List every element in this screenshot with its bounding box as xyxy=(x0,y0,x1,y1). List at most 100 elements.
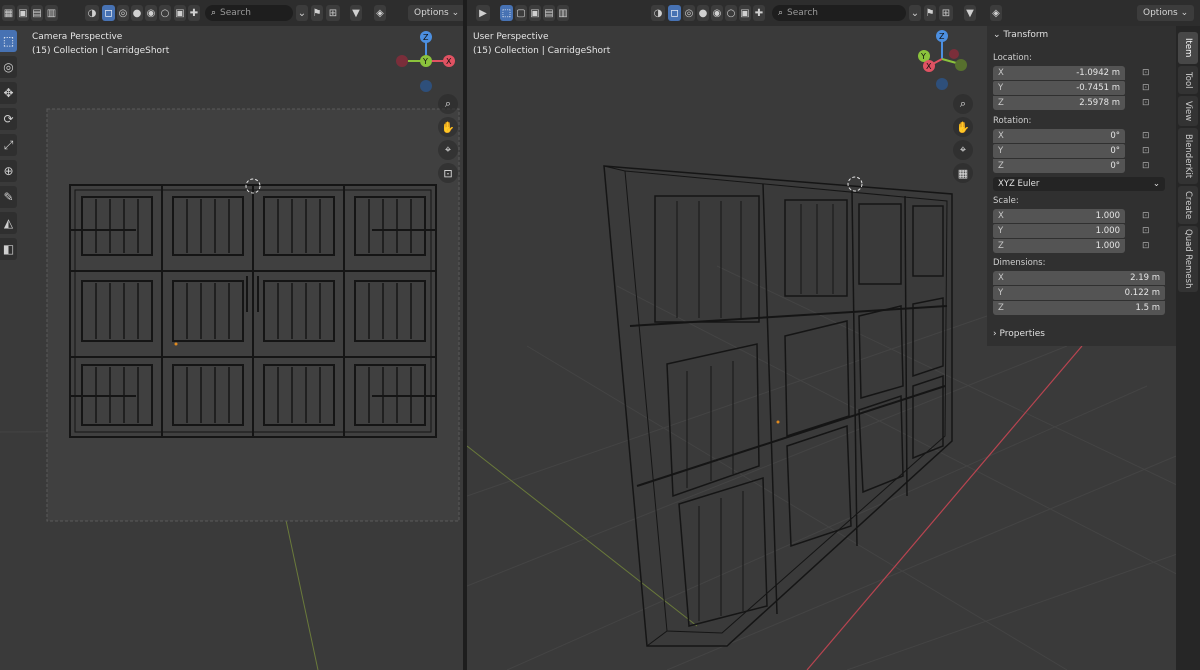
select-box-icon[interactable]: ⬚ xyxy=(500,5,513,21)
measure-icon[interactable]: ◭ xyxy=(0,212,17,234)
overlay-icon[interactable]: ▣ xyxy=(174,5,186,21)
rotation-mode-dropdown[interactable]: XYZ Euler ⌄ xyxy=(993,177,1165,191)
transform-icon[interactable]: ⊕ xyxy=(0,160,17,182)
filter-icon[interactable]: ▼ xyxy=(964,5,976,21)
location-z-field[interactable]: Z 2.5978 m xyxy=(993,96,1125,110)
view-mode-icon[interactable]: ▣ xyxy=(17,5,29,21)
lock-icon[interactable]: ⊡ xyxy=(1142,68,1150,78)
lock-icon[interactable]: ⊡ xyxy=(1142,226,1150,236)
overlay-icon[interactable]: ▣ xyxy=(739,5,751,21)
shield-icon[interactable]: ◈ xyxy=(374,5,386,21)
lock-icon[interactable]: ⊡ xyxy=(438,163,458,183)
layout-icon[interactable]: ▥ xyxy=(45,5,58,21)
transform-header[interactable]: ⌄ Transform xyxy=(993,30,1048,40)
hierarchy-icon[interactable]: ⊞ xyxy=(939,5,953,21)
hierarchy-icon[interactable]: ⊞ xyxy=(326,5,340,21)
select-box-icon[interactable]: ⬚ xyxy=(0,30,17,52)
gizmo-toggle-icon[interactable]: ✚ xyxy=(753,5,765,21)
right-options-button[interactable]: Options ⌄ xyxy=(1137,5,1195,21)
editor-type-icon[interactable]: ▶ xyxy=(476,5,490,21)
scale-x-field[interactable]: X 1.000 xyxy=(993,209,1125,223)
search-icon: ⌕ xyxy=(778,8,784,18)
rotate-icon[interactable]: ⟳ xyxy=(0,108,17,130)
filter-icon[interactable]: ▼ xyxy=(350,5,362,21)
editor-type-icon[interactable]: ▦ xyxy=(2,5,15,21)
tab-create[interactable]: Create xyxy=(1178,186,1198,224)
right-navigation-gizmo[interactable]: Z Y X xyxy=(914,28,974,94)
material-preview-icon[interactable]: ◑ xyxy=(651,5,665,21)
camera-icon[interactable]: ⌖ xyxy=(438,140,458,160)
gizmo-toggle-icon[interactable]: ✚ xyxy=(188,5,200,21)
camera-icon[interactable]: ⌖ xyxy=(953,140,973,160)
axis-label: Z xyxy=(998,98,1004,108)
left-options-button[interactable]: Options ⌄ xyxy=(408,5,463,21)
tab-tool[interactable]: Tool xyxy=(1178,66,1198,94)
lock-icon[interactable]: ⊡ xyxy=(1142,83,1150,93)
axis-label: X xyxy=(998,131,1004,141)
tab-view[interactable]: View xyxy=(1178,96,1198,126)
tab-blenderkit[interactable]: BlenderKit xyxy=(1178,128,1198,184)
bookmark-icon[interactable]: ⚑ xyxy=(924,5,936,21)
xray-toggle-icon[interactable]: ◻ xyxy=(668,5,681,21)
tab-item[interactable]: Item xyxy=(1178,32,1198,64)
location-x-field[interactable]: X -1.0942 m xyxy=(993,66,1125,80)
rotation-y-field[interactable]: Y 0° xyxy=(993,144,1125,158)
lookdev-icon[interactable]: ○ xyxy=(159,5,171,21)
rendered-shading-icon[interactable]: ◉ xyxy=(145,5,157,21)
lock-icon[interactable]: ⊡ xyxy=(1142,161,1150,171)
lock-icon[interactable]: ⊡ xyxy=(1142,241,1150,251)
scale-icon[interactable]: ⤢ xyxy=(0,134,17,156)
scale-y-field[interactable]: Y 1.000 xyxy=(993,224,1125,238)
properties-header[interactable]: › Properties xyxy=(993,329,1045,339)
right-search-input[interactable]: ⌕ Search xyxy=(772,5,906,21)
lookdev-icon[interactable]: ○ xyxy=(725,5,737,21)
dimension-z-field[interactable]: Z 1.5 m xyxy=(993,301,1165,315)
dimension-x-field[interactable]: X 2.19 m xyxy=(993,271,1165,285)
rotation-x-field[interactable]: X 0° xyxy=(993,129,1125,143)
lock-icon[interactable]: ⊡ xyxy=(1142,146,1150,156)
grid-icon[interactable]: ▦ xyxy=(953,163,973,183)
annotate-icon[interactable]: ✎ xyxy=(0,186,17,208)
search-icon: ⌕ xyxy=(211,8,217,18)
select-subtract-icon[interactable]: ▣ xyxy=(529,5,541,21)
field-value: 0.122 m xyxy=(1124,288,1160,298)
wireframe-shading-icon[interactable]: ◎ xyxy=(117,5,129,21)
scale-z-field[interactable]: Z 1.000 xyxy=(993,239,1125,253)
lock-icon[interactable]: ⊡ xyxy=(1142,211,1150,221)
rotation-z-field[interactable]: Z 0° xyxy=(993,159,1125,173)
left-navigation-gizmo[interactable]: Z Y X xyxy=(392,28,462,96)
hand-icon[interactable]: ✋ xyxy=(438,117,458,137)
select-mode-icon[interactable]: ▤ xyxy=(31,5,43,21)
lock-icon[interactable]: ⊡ xyxy=(1142,98,1150,108)
zoom-icon[interactable]: ⌕ xyxy=(438,94,458,114)
move-icon[interactable]: ✥ xyxy=(0,82,17,104)
chevron-down-icon: ⌄ xyxy=(1152,179,1160,189)
material-preview-icon[interactable]: ◑ xyxy=(85,5,99,21)
bookmark-icon[interactable]: ⚑ xyxy=(311,5,323,21)
left-scene[interactable] xyxy=(0,26,463,670)
lock-icon[interactable]: ⊡ xyxy=(1142,131,1150,141)
select-invert-icon[interactable]: ▤ xyxy=(543,5,555,21)
cursor-icon[interactable]: ◎ xyxy=(0,56,17,78)
left-viewport-header: ▦ ▣ ▤ ▥ ◑ ◻ ◎ ● ◉ ○ ▣ ✚ ⌕ Search ⌄ ⚑ ⊞ ▼… xyxy=(0,0,463,26)
location-label: Location: xyxy=(993,53,1032,63)
tab-quad-remesh[interactable]: Quad Remesh xyxy=(1178,226,1198,292)
chevron-down-icon[interactable]: ⌄ xyxy=(909,5,921,21)
left-viewport[interactable]: ▦ ▣ ▤ ▥ ◑ ◻ ◎ ● ◉ ○ ▣ ✚ ⌕ Search ⌄ ⚑ ⊞ ▼… xyxy=(0,0,463,670)
y-axis-line xyxy=(467,445,698,627)
solid-shading-icon[interactable]: ● xyxy=(697,5,709,21)
solid-shading-icon[interactable]: ● xyxy=(131,5,143,21)
dimension-y-field[interactable]: Y 0.122 m xyxy=(993,286,1165,300)
select-intersect-icon[interactable]: ▥ xyxy=(557,5,569,21)
zoom-icon[interactable]: ⌕ xyxy=(953,94,973,114)
hand-icon[interactable]: ✋ xyxy=(953,117,973,137)
shield-icon[interactable]: ◈ xyxy=(990,5,1002,21)
add-cube-icon[interactable]: ◧ xyxy=(0,238,17,260)
xray-toggle-icon[interactable]: ◻ xyxy=(102,5,115,21)
chevron-down-icon[interactable]: ⌄ xyxy=(296,5,308,21)
wireframe-shading-icon[interactable]: ◎ xyxy=(683,5,695,21)
select-extend-icon[interactable]: ▢ xyxy=(515,5,527,21)
left-search-input[interactable]: ⌕ Search xyxy=(205,5,293,21)
rendered-shading-icon[interactable]: ◉ xyxy=(711,5,723,21)
location-y-field[interactable]: Y -0.7451 m xyxy=(993,81,1125,95)
